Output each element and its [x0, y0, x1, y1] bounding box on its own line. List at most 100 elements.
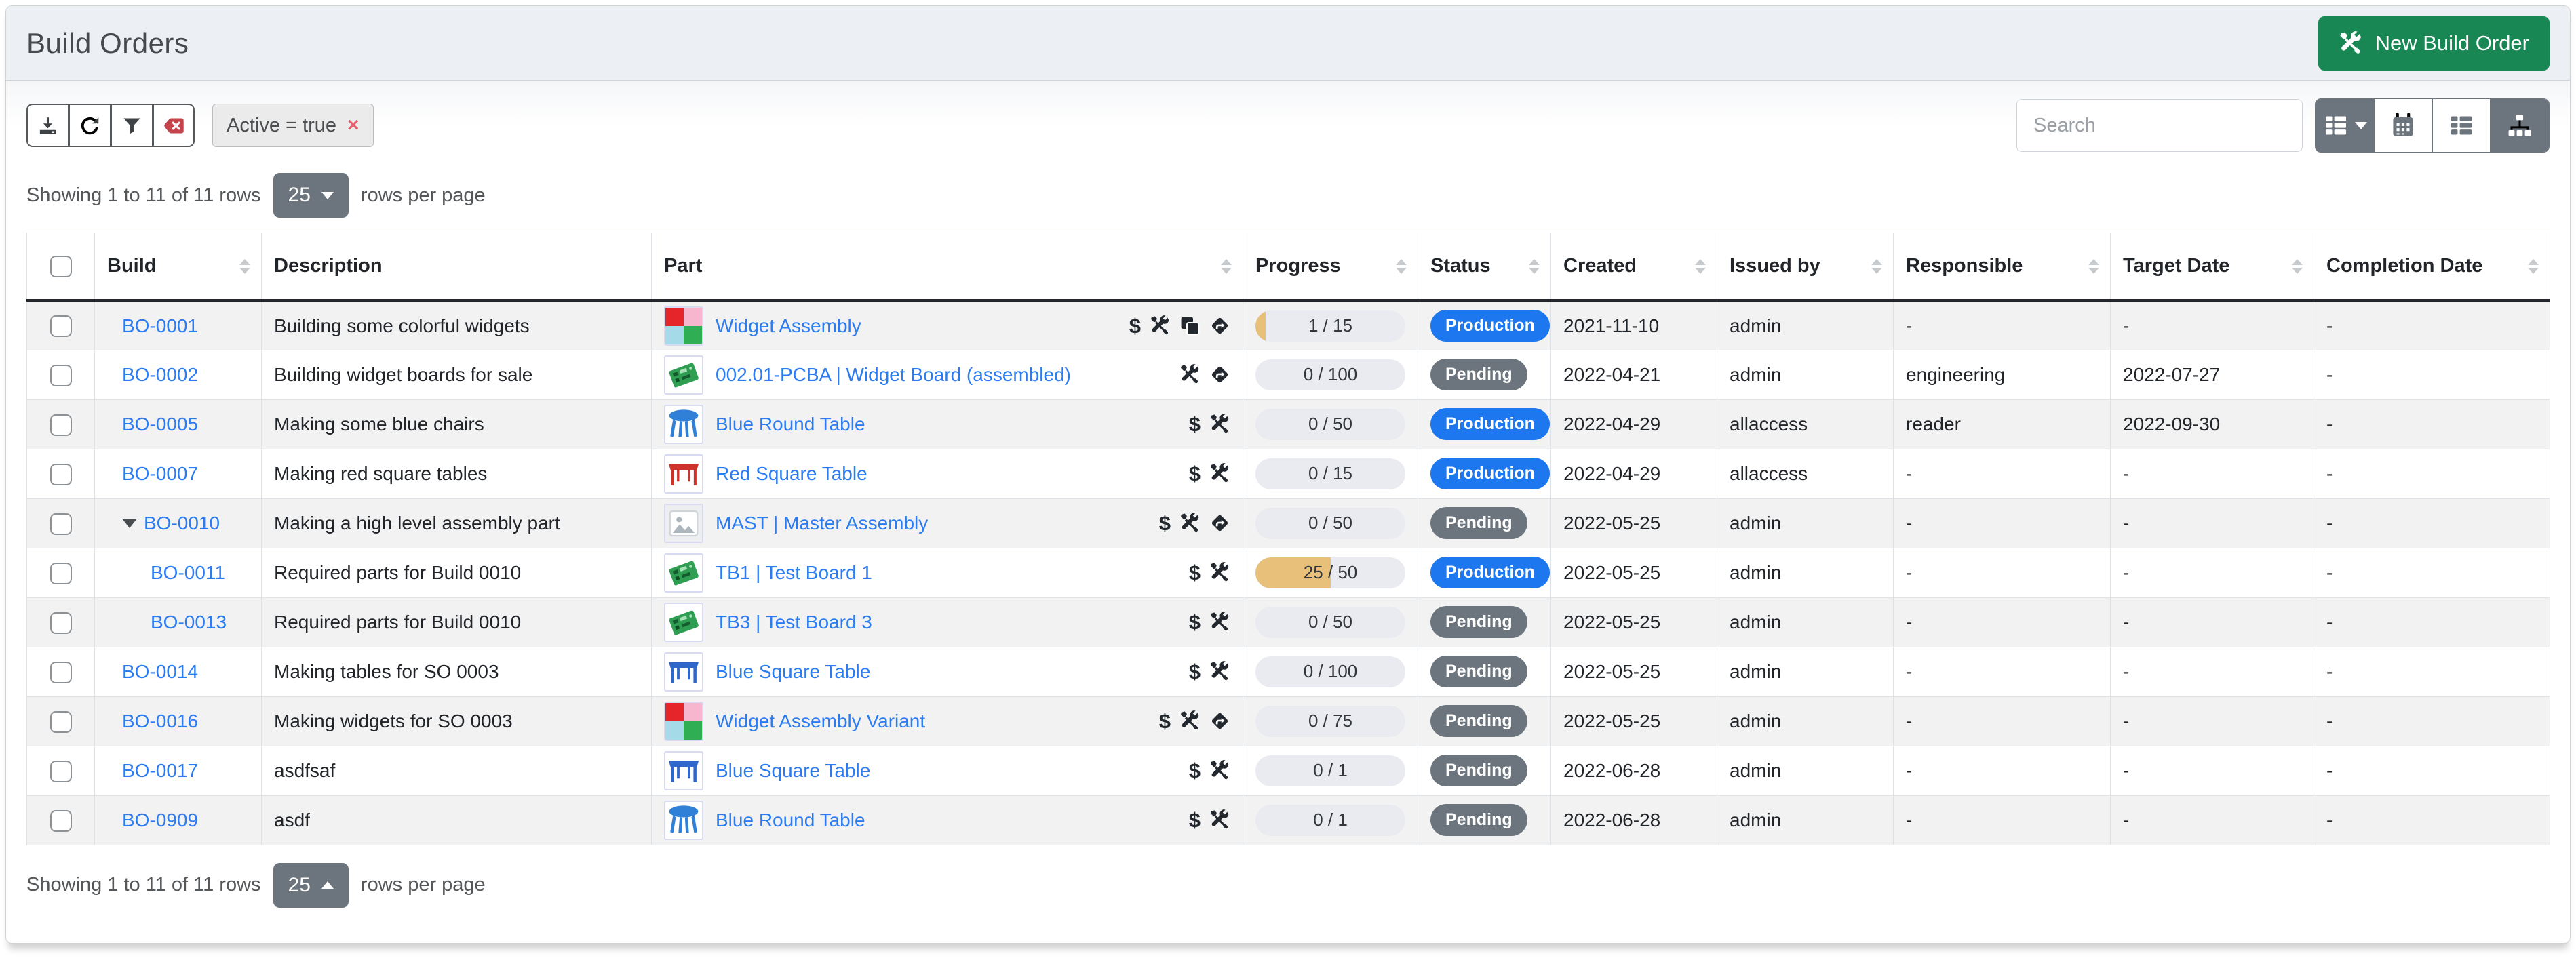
created-cell: 2022-05-25 [1551, 548, 1717, 597]
responsible-cell: - [1894, 548, 2111, 597]
part-link[interactable]: Blue Square Table [716, 760, 1177, 782]
progress-bar: 0 / 50 [1255, 607, 1405, 638]
completion-date-cell: - [2314, 696, 2550, 746]
part-link[interactable]: MAST | Master Assembly [716, 513, 1147, 534]
row-checkbox[interactable] [50, 315, 72, 337]
build-link[interactable]: BO-0014 [122, 661, 198, 683]
created-cell: 2021-11-10 [1551, 300, 1717, 350]
red-table-thumb [664, 454, 703, 494]
target-date-cell: - [2111, 300, 2314, 350]
part-link[interactable]: Blue Round Table [716, 414, 1177, 435]
row-checkbox[interactable] [50, 612, 72, 634]
row-checkbox[interactable] [50, 711, 72, 733]
dollar-icon: $ [1159, 710, 1171, 731]
calendar-icon [2390, 113, 2416, 138]
table-toolbar: Active = true × [26, 98, 2550, 153]
list-view-button[interactable] [2432, 99, 2491, 152]
column-header-progress[interactable]: Progress [1243, 233, 1418, 301]
refresh-button[interactable] [69, 104, 111, 147]
row-checkbox[interactable] [50, 563, 72, 584]
filter-button[interactable] [111, 104, 153, 147]
page-size-dropdown[interactable]: 25 [273, 863, 349, 908]
column-header-status[interactable]: Status [1418, 233, 1551, 301]
page-size-dropdown[interactable]: 25 [273, 173, 349, 218]
build-link[interactable]: BO-0001 [122, 315, 198, 337]
progress-bar: 0 / 100 [1255, 359, 1405, 390]
directions-icon [1209, 364, 1230, 385]
calendar-view-button[interactable] [2374, 99, 2432, 152]
build-link[interactable]: BO-0909 [122, 809, 198, 831]
select-all-checkbox[interactable] [50, 256, 72, 277]
row-checkbox[interactable] [50, 464, 72, 485]
dollar-icon: $ [1189, 463, 1201, 484]
row-checkbox[interactable] [50, 513, 72, 535]
select-all-header[interactable] [27, 233, 95, 301]
row-checkbox[interactable] [50, 414, 72, 436]
part-link[interactable]: TB1 | Test Board 1 [716, 562, 1177, 584]
row-checkbox[interactable] [50, 810, 72, 832]
part-link[interactable]: Widget Assembly [716, 315, 1117, 337]
part-link[interactable]: Blue Square Table [716, 661, 1177, 683]
part-link[interactable]: Red Square Table [716, 463, 1177, 485]
row-checkbox[interactable] [50, 365, 72, 386]
progress-cell: 0 / 50 [1243, 597, 1418, 647]
round-table-thumb [664, 405, 703, 444]
tools-icon [2339, 31, 2363, 56]
dollar-icon: $ [1189, 414, 1201, 435]
row-checkbox[interactable] [50, 761, 72, 782]
export-button[interactable] [26, 104, 69, 147]
build-link[interactable]: BO-0016 [122, 710, 198, 732]
completion-date-cell: - [2314, 597, 2550, 647]
build-cell: BO-0005 [95, 399, 262, 449]
column-select-button[interactable] [2316, 99, 2374, 152]
collapse-caret-icon[interactable] [122, 519, 137, 528]
status-badge: Production [1430, 310, 1550, 342]
column-header-target_date[interactable]: Target Date [2111, 233, 2314, 301]
created-cell: 2022-05-25 [1551, 696, 1717, 746]
build-link[interactable]: BO-0017 [122, 760, 198, 782]
search-input[interactable] [2016, 99, 2303, 152]
caret-down-icon [2355, 122, 2367, 129]
progress-bar: 0 / 50 [1255, 508, 1405, 539]
remove-filter-icon[interactable]: × [347, 114, 359, 137]
part-link[interactable]: TB3 | Test Board 3 [716, 612, 1177, 633]
row-checkbox[interactable] [50, 662, 72, 683]
status-cell: Production [1418, 300, 1551, 350]
status-badge: Production [1430, 458, 1550, 489]
part-link[interactable]: 002.01-PCBA | Widget Board (assembled) [716, 364, 1167, 386]
build-link[interactable]: BO-0002 [122, 364, 198, 386]
tree-view-button[interactable] [2491, 99, 2549, 152]
build-link[interactable]: BO-0007 [122, 463, 198, 485]
tools-icon [1209, 463, 1230, 484]
build-link[interactable]: BO-0011 [151, 562, 225, 584]
issued-by-cell: allaccess [1717, 449, 1894, 498]
build-link[interactable]: BO-0010 [144, 513, 220, 534]
build-cell: BO-0909 [95, 795, 262, 845]
round-table-thumb [664, 801, 703, 840]
build-cell: BO-0011 [95, 548, 262, 597]
column-header-created[interactable]: Created [1551, 233, 1717, 301]
issued-by-cell: allaccess [1717, 399, 1894, 449]
sitemap-icon [2507, 113, 2533, 138]
new-build-order-button[interactable]: New Build Order [2318, 16, 2550, 71]
row-select-cell [27, 647, 95, 696]
column-header-part[interactable]: Part [652, 233, 1243, 301]
part-attribute-icons: $ [1189, 612, 1230, 633]
responsible-cell: - [1894, 498, 2111, 548]
completion-date-cell: - [2314, 647, 2550, 696]
part-attribute-icons: $ [1129, 315, 1230, 336]
part-link[interactable]: Widget Assembly Variant [716, 710, 1147, 732]
build-cell: BO-0010 [95, 498, 262, 548]
build-link[interactable]: BO-0005 [122, 414, 198, 435]
part-link[interactable]: Blue Round Table [716, 809, 1177, 831]
column-header-completion_date[interactable]: Completion Date [2314, 233, 2550, 301]
target-date-cell: - [2111, 647, 2314, 696]
column-header-responsible[interactable]: Responsible [1894, 233, 2111, 301]
sort-carets-icon [1221, 259, 1232, 274]
description-cell: Required parts for Build 0010 [262, 597, 652, 647]
clear-filters-button[interactable] [153, 104, 195, 147]
part-cell: Blue Round Table $ [652, 399, 1243, 449]
column-header-build[interactable]: Build [95, 233, 262, 301]
build-link[interactable]: BO-0013 [151, 612, 227, 633]
column-header-issued_by[interactable]: Issued by [1717, 233, 1894, 301]
